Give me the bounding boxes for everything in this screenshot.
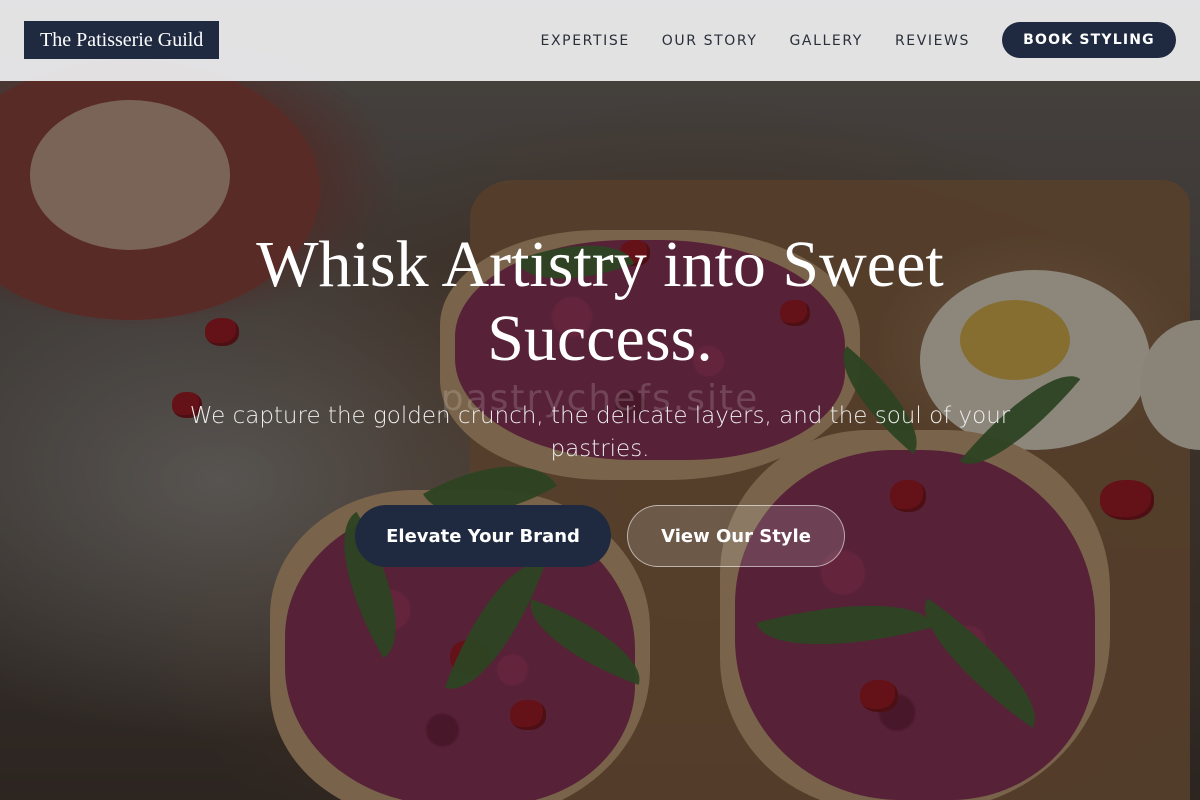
hero-subtitle: We capture the golden crunch, the delica… bbox=[189, 403, 1011, 462]
book-styling-button[interactable]: BOOK STYLING bbox=[1002, 22, 1176, 58]
nav-link-our-story[interactable]: OUR STORY bbox=[662, 33, 758, 49]
hero-title: Whisk Artistry into Sweet Success. bbox=[256, 228, 944, 375]
nav-link-gallery[interactable]: GALLERY bbox=[789, 33, 862, 49]
main-nav: EXPERTISE OUR STORY GALLERY REVIEWS bbox=[541, 0, 970, 81]
elevate-your-brand-button[interactable]: Elevate Your Brand bbox=[355, 505, 611, 567]
nav-link-expertise[interactable]: EXPERTISE bbox=[541, 33, 630, 49]
view-our-style-button[interactable]: View Our Style bbox=[627, 505, 845, 567]
site-logo[interactable]: The Patisserie Guild bbox=[24, 21, 220, 59]
site-header: The Patisserie Guild EXPERTISE OUR STORY… bbox=[0, 0, 1200, 81]
nav-link-reviews[interactable]: REVIEWS bbox=[895, 33, 970, 49]
